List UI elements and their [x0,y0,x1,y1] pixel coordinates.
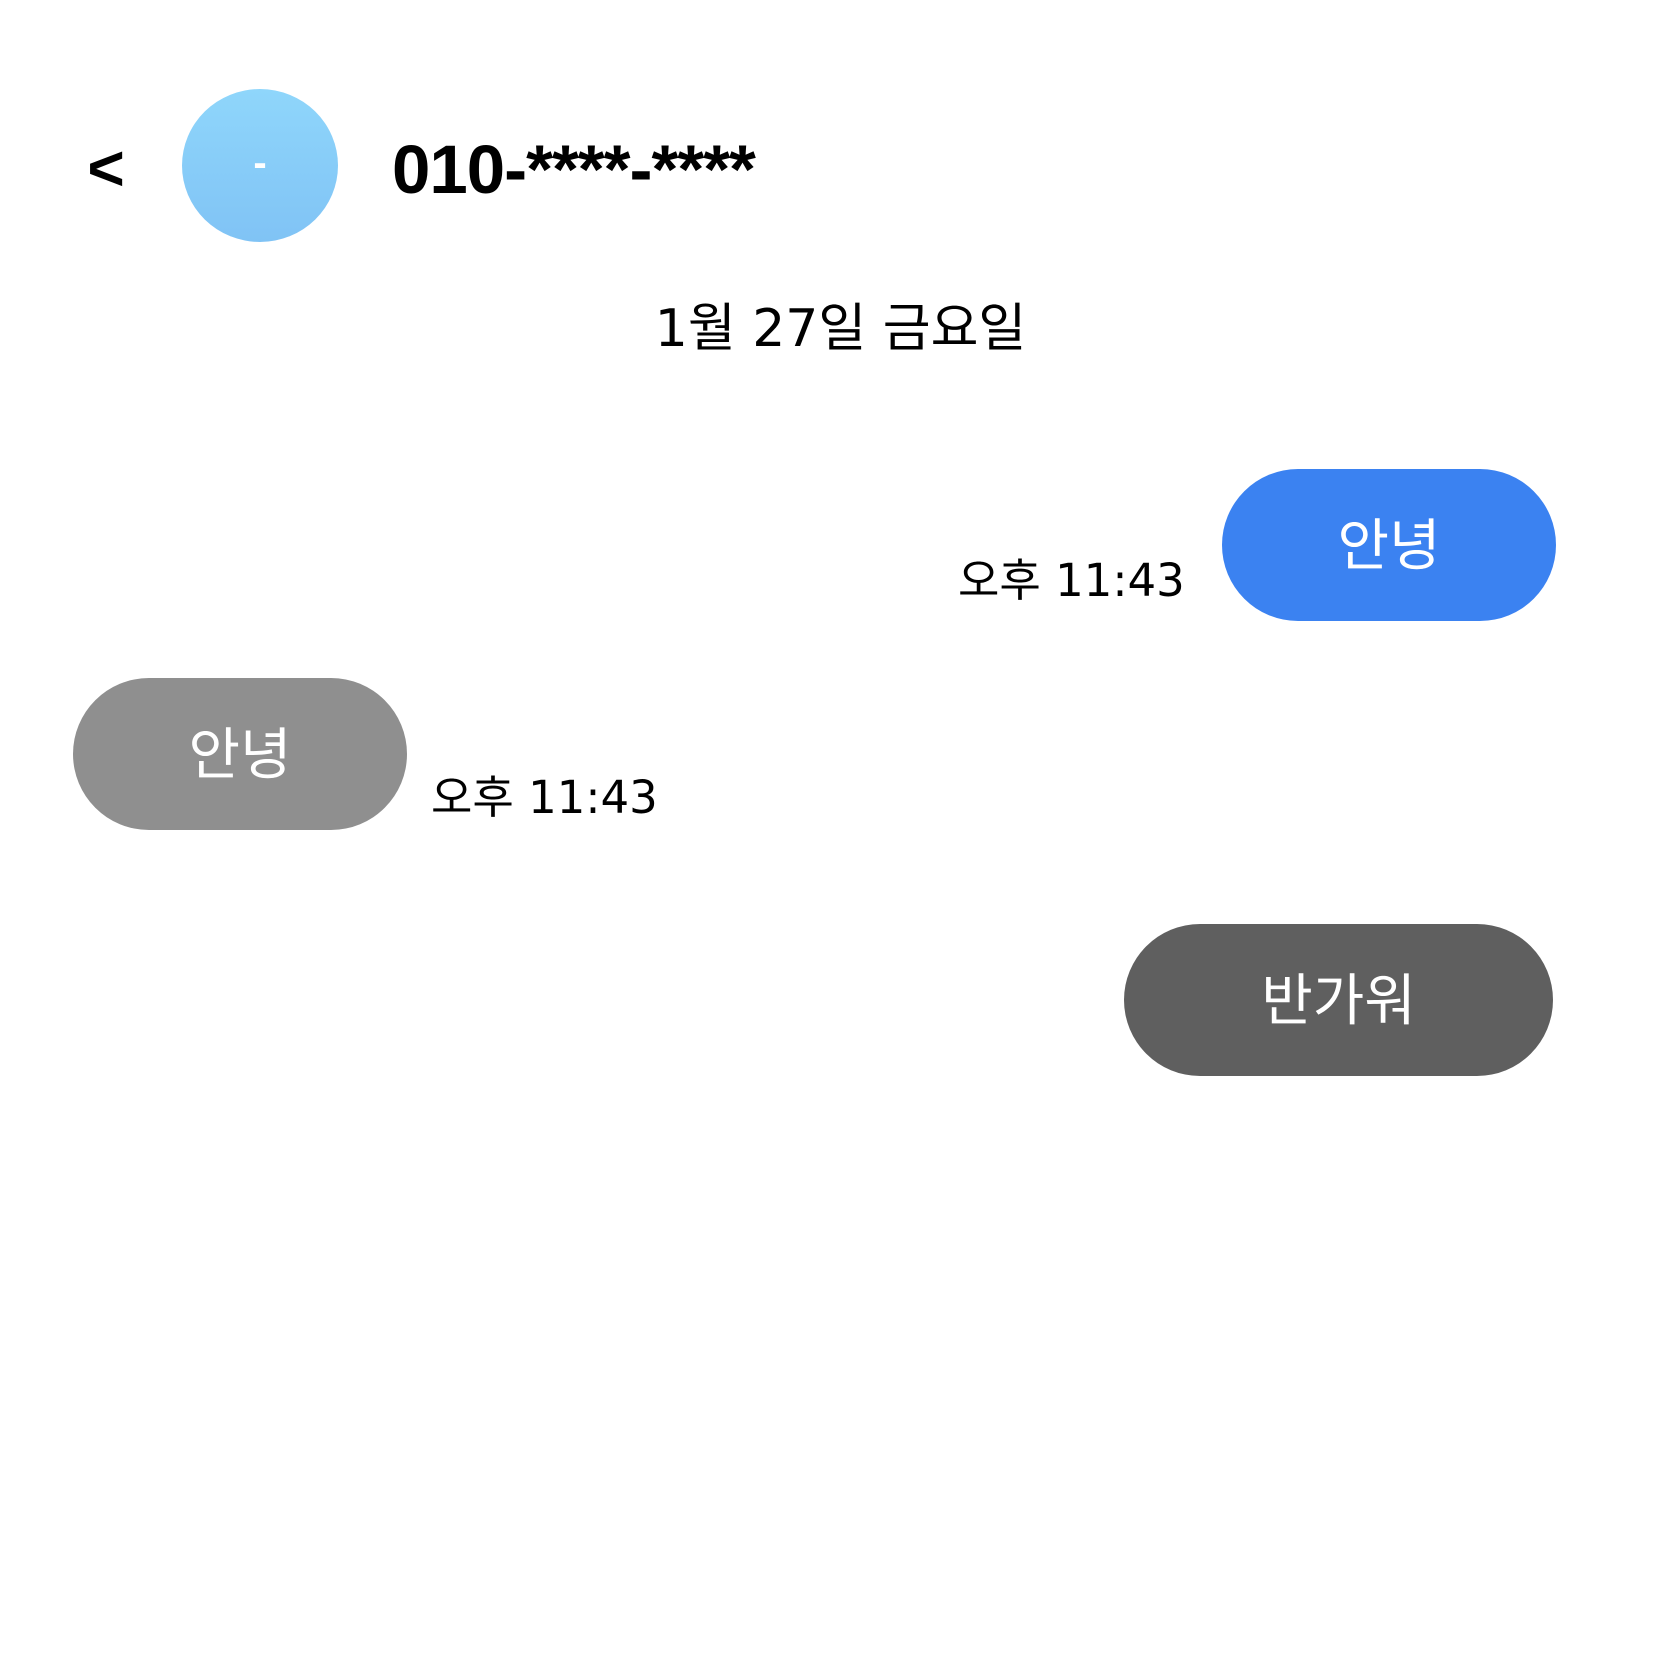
avatar[interactable]: - [182,89,338,242]
date-separator: 1월 27일 금요일 [654,299,1027,359]
message-timestamp: 오후 11:43 [431,771,658,824]
message-text: 안녕 [188,722,292,788]
message-timestamp: 오후 11:43 [958,554,1185,607]
message-bubble-sent[interactable]: 반가워 [1124,924,1553,1076]
message-text: 안녕 [1337,513,1441,579]
back-button[interactable]: < [80,128,132,208]
contact-name: 010-****-**** [392,131,756,208]
message-text: 반가워 [1261,968,1416,1034]
message-bubble-received[interactable]: 안녕 [73,678,407,830]
avatar-initials: - [253,141,267,185]
message-bubble-sent[interactable]: 안녕 [1222,469,1556,621]
